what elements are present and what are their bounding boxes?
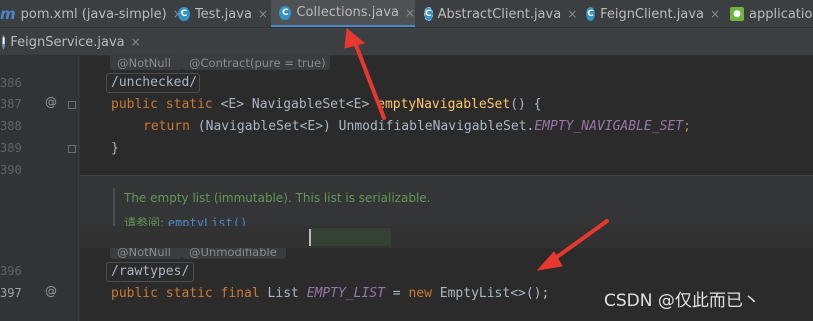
annotation-arrows bbox=[344, 28, 609, 271]
arrow-up-left bbox=[344, 28, 386, 120]
arrow-down-left bbox=[536, 219, 609, 271]
watermark: CSDN @仅此而已丶 bbox=[604, 291, 760, 311]
